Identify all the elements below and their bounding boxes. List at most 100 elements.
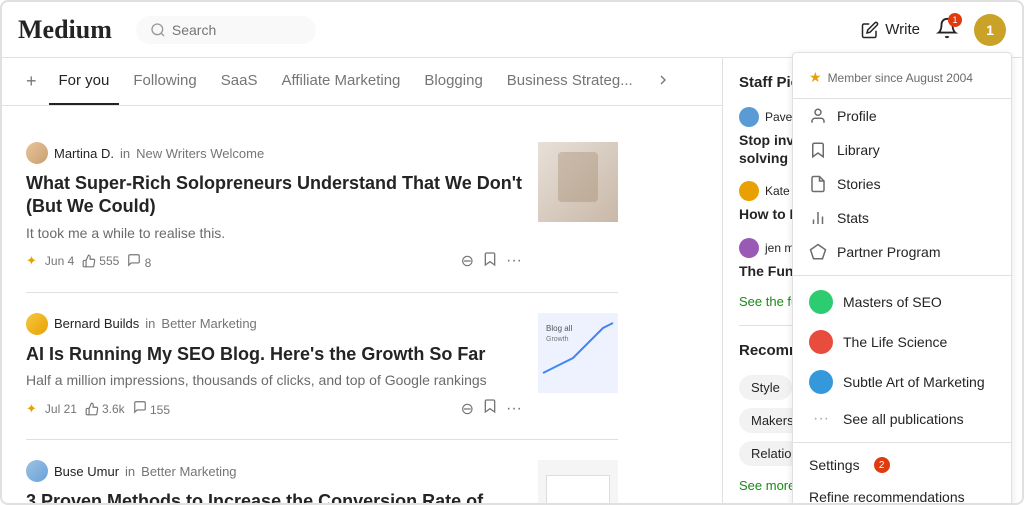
svg-text:Blog all: Blog all [546, 324, 572, 333]
write-label: Write [885, 21, 920, 38]
boost-icon: ✦ [26, 253, 37, 269]
article-2-publication[interactable]: Better Marketing [161, 316, 256, 331]
add-tab-button[interactable]: + [26, 71, 37, 92]
article-1-in: in [120, 146, 130, 161]
menu-item-library[interactable]: Library [793, 133, 1011, 167]
avatar[interactable]: 1 [974, 14, 1006, 46]
article-3-title[interactable]: 3 Proven Methods to Increase the Convers… [26, 490, 522, 503]
tab-for-you[interactable]: For you [49, 58, 120, 105]
menu-pub-lifescience[interactable]: The Life Science [793, 322, 1011, 362]
menu-item-profile[interactable]: Profile [793, 99, 1011, 133]
article-1-comments: 8 [127, 253, 151, 270]
subtle-art-label: Subtle Art of Marketing [843, 374, 985, 390]
tab-affiliate-marketing[interactable]: Affiliate Marketing [271, 58, 410, 105]
edit-icon [861, 21, 879, 39]
tab-blogging[interactable]: Blogging [414, 58, 492, 105]
article-3-content: Buse Umur in Better Marketing 3 Proven M… [26, 460, 522, 503]
masters-seo-label: Masters of SEO [843, 294, 942, 310]
see-all-pubs-label: See all publications [843, 411, 964, 427]
more-button-2[interactable]: ··· [506, 400, 522, 418]
menu-pub-subtle[interactable]: Subtle Art of Marketing [793, 362, 1011, 402]
member-star-icon: ★ [809, 69, 822, 86]
article-1-title[interactable]: What Super-Rich Solopreneurs Understand … [26, 172, 522, 219]
person-icon [809, 107, 827, 125]
article-3-publication[interactable]: Better Marketing [141, 464, 236, 479]
article-2-date: Jul 21 [45, 402, 77, 416]
article-2-subtitle: Half a million impressions, thousands of… [26, 372, 522, 388]
search-bar[interactable] [136, 16, 316, 44]
article-1-author[interactable]: Martina D. [54, 146, 114, 161]
article-1: Martina D. in New Writers Welcome What S… [26, 122, 618, 293]
tab-following[interactable]: Following [123, 58, 206, 105]
more-button[interactable]: ··· [506, 252, 522, 270]
mute-button-2[interactable]: ⊖ [461, 399, 474, 419]
menu-item-stories[interactable]: Stories [793, 167, 1011, 201]
article-2-author[interactable]: Bernard Builds [54, 316, 139, 331]
menu-refine[interactable]: Refine recommendations [793, 481, 1011, 503]
menu-see-all-pubs[interactable]: ··· See all publications [793, 402, 1011, 436]
article-1-date: Jun 4 [45, 254, 74, 268]
subtle-art-icon [809, 370, 833, 394]
topic-style[interactable]: Style [739, 375, 792, 400]
header-right: Write 1 1 [861, 14, 1006, 46]
save-button[interactable] [482, 251, 498, 272]
article-2-content: Bernard Builds in Better Marketing AI Is… [26, 313, 522, 419]
article-1-publication[interactable]: New Writers Welcome [136, 146, 264, 161]
save-button-2[interactable] [482, 398, 498, 419]
member-since-text: Member since August 2004 [828, 71, 973, 85]
search-input[interactable] [172, 22, 292, 38]
pick-1-avatar [739, 107, 759, 127]
stats-label: Stats [837, 210, 869, 226]
tabs-scroll-right[interactable] [655, 72, 671, 91]
menu-settings[interactable]: Settings 2 [793, 449, 1011, 481]
article-1-thumb[interactable] [538, 142, 618, 222]
article-3: Buse Umur in Better Marketing 3 Proven M… [26, 440, 618, 503]
article-2-thumb[interactable]: Blog all Growth [538, 313, 618, 393]
article-2-comments: 155 [133, 400, 170, 417]
notification-icon[interactable]: 1 [936, 17, 958, 42]
tab-saas[interactable]: SaaS [211, 58, 268, 105]
article-2-in: in [145, 316, 155, 331]
article-3-in: in [125, 464, 135, 479]
article-1-footer: ✦ Jun 4 555 8 [26, 251, 522, 272]
menu-item-partner[interactable]: Partner Program [793, 235, 1011, 269]
mute-button[interactable]: ⊖ [461, 251, 474, 271]
article-3-meta: Buse Umur in Better Marketing [26, 460, 522, 482]
tab-business-strategy[interactable]: Business Strateg... [497, 58, 643, 105]
document-icon [809, 175, 827, 193]
article-3-author[interactable]: Buse Umur [54, 464, 119, 479]
search-icon [150, 22, 166, 38]
svg-text:Growth: Growth [546, 336, 569, 343]
feed: Martina D. in New Writers Welcome What S… [2, 106, 642, 503]
article-2-title[interactable]: AI Is Running My SEO Blog. Here's the Gr… [26, 343, 522, 366]
header: Medium Write 1 1 [2, 2, 1022, 58]
menu-pub-masters[interactable]: Masters of SEO [793, 282, 1011, 322]
member-badge: ★ Member since August 2004 [793, 61, 1011, 99]
article-3-thumb[interactable] [538, 460, 618, 503]
main-feed: + For you Following SaaS Affiliate Marke… [2, 58, 722, 503]
article-1-content: Martina D. in New Writers Welcome What S… [26, 142, 522, 272]
masters-seo-icon [809, 290, 833, 314]
body: + For you Following SaaS Affiliate Marke… [2, 58, 1022, 503]
stats-icon [809, 209, 827, 227]
pick-2-avatar [739, 181, 759, 201]
article-2-footer: ✦ Jul 21 3.6k 155 [26, 398, 522, 419]
article-3-author-avatar [26, 460, 48, 482]
article-1-meta: Martina D. in New Writers Welcome [26, 142, 522, 164]
diamond-icon [809, 243, 827, 261]
article-1-actions: ⊖ ··· [461, 251, 522, 272]
article-1-claps: 555 [82, 254, 119, 268]
settings-badge: 2 [874, 457, 890, 473]
life-science-label: The Life Science [843, 334, 947, 350]
boost-icon-2: ✦ [26, 401, 37, 417]
life-science-icon [809, 330, 833, 354]
article-2-actions: ⊖ ··· [461, 398, 522, 419]
stories-label: Stories [837, 176, 881, 192]
profile-label: Profile [837, 108, 877, 124]
article-2: Bernard Builds in Better Marketing AI Is… [26, 293, 618, 440]
write-button[interactable]: Write [861, 21, 920, 39]
partner-label: Partner Program [837, 244, 940, 260]
bookmark-icon [809, 141, 827, 159]
menu-item-stats[interactable]: Stats [793, 201, 1011, 235]
article-1-author-avatar [26, 142, 48, 164]
